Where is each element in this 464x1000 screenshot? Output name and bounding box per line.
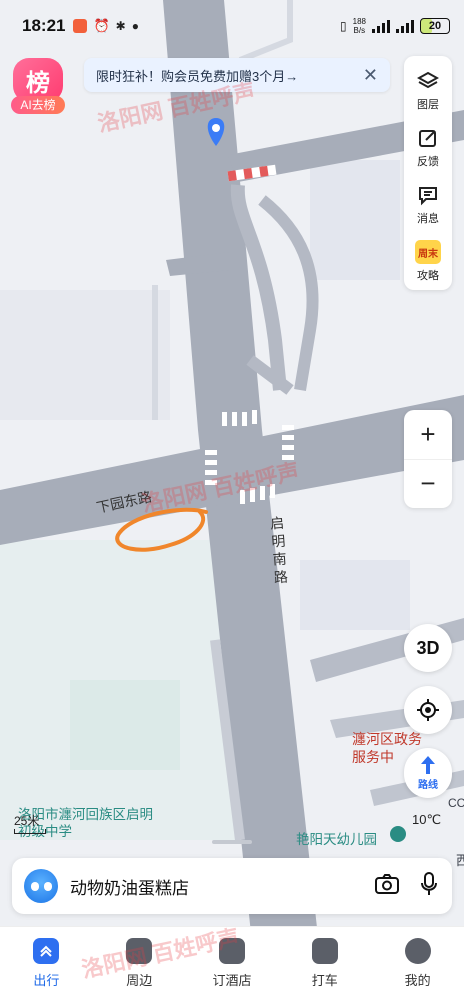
search-input[interactable]: 动物奶油蛋糕店 [70,874,189,899]
map-tools-panel: 图层 反馈 消息 周末 攻略 [404,56,452,290]
nav-taxi[interactable]: 打车 [278,927,371,1000]
promo-text: 限时狂补！购会员免费加赠3个月→ [96,68,299,84]
ai-rank-label: AI去榜 [11,96,65,114]
poi-west: 西 [456,853,464,868]
net-speed: 188 B/s [352,17,366,35]
nav-travel[interactable]: 出行 [0,927,93,1000]
hotel-icon [218,938,245,964]
nav-hotel[interactable]: 订酒店 [186,927,279,1000]
promo-banner[interactable]: 限时狂补！购会员免费加赠3个月→ ✕ [84,58,390,92]
ai-rank-button[interactable]: 榜 AI去榜 [11,58,65,114]
search-bar[interactable]: 动物奶油蛋糕店 [12,858,452,914]
alarm-icon: ⏰ [93,18,110,33]
poi-kindergarten[interactable]: 艳阳天幼儿园 [296,828,377,848]
mic-icon: ● [131,19,139,33]
view-3d-button[interactable]: 3D [404,624,452,672]
travel-icon [33,938,60,964]
kindergarten-icon [390,826,406,842]
tool-messages[interactable]: 消息 [404,176,452,233]
nearby-icon [126,938,153,964]
nav-nearby[interactable]: 周边 [93,927,186,1000]
map-scale: 25米 [14,812,46,834]
camera-icon[interactable] [374,873,400,900]
tool-feedback[interactable]: 反馈 [404,119,452,176]
weather-temperature: 10℃ [412,812,442,827]
locate-button[interactable] [404,686,452,734]
message-icon [416,183,440,207]
signal-icon [372,19,390,33]
crosshair-icon [417,699,439,721]
status-time: 18:21 [22,16,66,35]
vibrate-icon: ▯ [340,19,347,33]
edit-icon [416,126,440,150]
voice-icon[interactable] [420,871,438,901]
zoom-out-button[interactable]: − [404,460,452,509]
drag-handle[interactable] [212,840,252,844]
poi-co: CC [448,796,464,810]
zoom-control: + − [404,410,452,508]
profile-icon [404,938,431,964]
route-arrow-icon [421,756,435,774]
route-button[interactable]: 路线 [404,748,452,798]
weekend-icon: 周末 [415,240,441,264]
zoom-in-button[interactable]: + [404,410,452,460]
map-canvas[interactable] [0,0,464,1000]
notification-icon [73,19,88,33]
tool-weekend-guide[interactable]: 周末 攻略 [404,233,452,290]
status-bar: 18:21 ⏰ ✱ ● ▯ 188 B/s 20 [0,0,464,52]
mascot-icon [24,869,58,903]
taxi-icon [311,938,338,964]
tool-layers[interactable]: 图层 [404,62,452,119]
signal2-icon [396,19,414,33]
close-icon[interactable]: ✕ [363,65,378,86]
battery-icon: 20 [420,18,450,34]
layers-icon [416,69,440,93]
bluetooth-icon: ✱ [115,19,126,33]
nav-mine[interactable]: 我的 [371,927,464,1000]
bottom-nav: 出行 周边 订酒店 打车 我的 [0,926,464,1000]
